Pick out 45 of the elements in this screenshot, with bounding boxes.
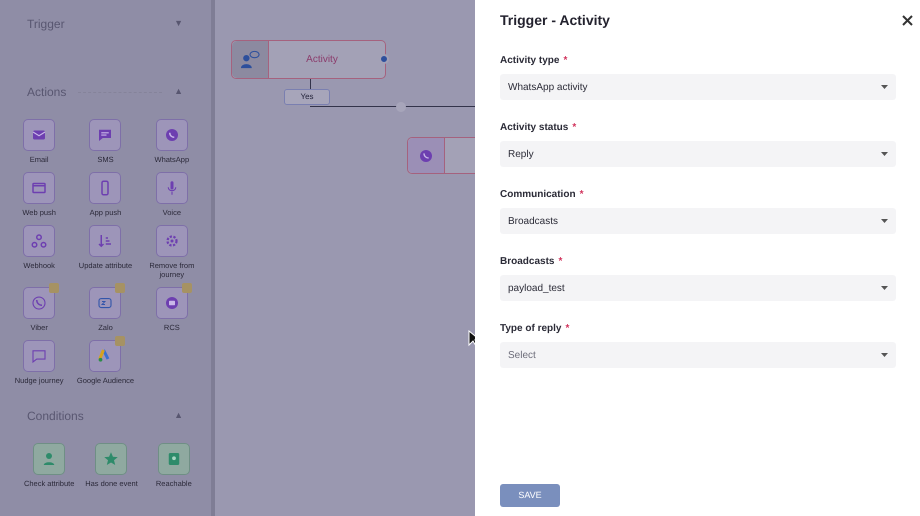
select-field[interactable]: Broadcasts xyxy=(500,208,896,234)
tile-button[interactable] xyxy=(89,172,122,204)
person-chat-icon xyxy=(239,50,261,70)
dropdown-caret-icon xyxy=(881,219,888,223)
field-label: Type of reply * xyxy=(500,322,570,336)
phone-bubble-icon xyxy=(418,148,434,164)
tile-icon xyxy=(30,232,48,250)
tile-button[interactable] xyxy=(95,443,128,475)
field-label: Activity status * xyxy=(500,121,578,135)
tile-button[interactable] xyxy=(156,225,188,257)
tile-button[interactable] xyxy=(33,443,66,475)
required-asterisk: * xyxy=(558,256,562,267)
tile-button[interactable] xyxy=(23,119,56,151)
tile-icon xyxy=(30,294,48,312)
tile-button[interactable] xyxy=(23,172,56,204)
drawer-title: Trigger - Activity xyxy=(500,11,610,30)
required-asterisk: * xyxy=(580,189,584,200)
tile-button[interactable] xyxy=(156,172,188,204)
tile-button[interactable] xyxy=(158,443,190,475)
dropdown-caret-icon xyxy=(881,85,888,89)
tile-button[interactable] xyxy=(89,225,122,257)
select-field[interactable]: payload_test xyxy=(500,275,896,301)
node-title: Activity xyxy=(305,53,339,67)
select-field[interactable]: WhatsApp activity xyxy=(500,74,896,100)
output-port[interactable] xyxy=(379,54,389,64)
select-field[interactable]: Reply xyxy=(500,141,896,167)
tile-button[interactable] xyxy=(156,119,188,151)
dropdown-caret-icon xyxy=(881,152,888,156)
required-asterisk: * xyxy=(566,323,570,334)
activity-node[interactable]: Activity xyxy=(231,40,386,79)
tile-button[interactable] xyxy=(23,340,56,372)
tile-icon xyxy=(30,347,48,365)
close-icon[interactable] xyxy=(902,15,913,26)
tile-button[interactable] xyxy=(23,225,56,257)
field-label: Broadcasts * xyxy=(500,255,564,269)
required-asterisk: * xyxy=(572,122,576,133)
tile-button[interactable] xyxy=(89,119,122,151)
dropdown-caret-icon xyxy=(881,353,888,357)
whatsapp-node[interactable] xyxy=(407,137,475,174)
required-asterisk: * xyxy=(563,55,568,66)
dropdown-caret-icon xyxy=(881,286,888,290)
select-field[interactable]: Select xyxy=(500,342,896,368)
field-label: Communication * xyxy=(500,188,584,202)
field-label: Activity type * xyxy=(500,54,568,68)
branch-label: Yes xyxy=(284,89,330,105)
